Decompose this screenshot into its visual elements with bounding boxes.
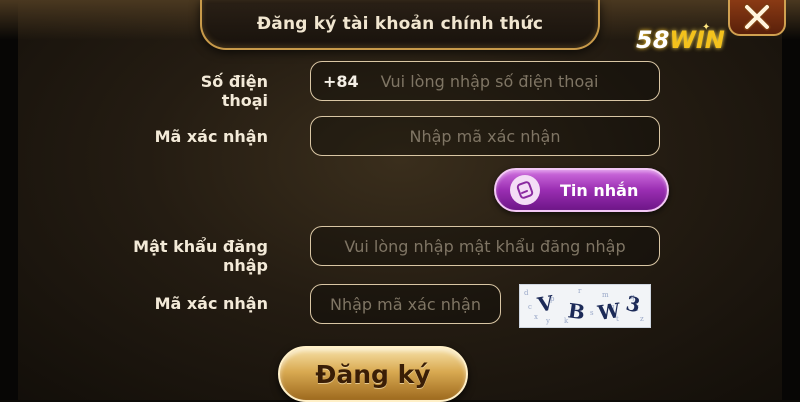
logo-number: 58 <box>636 26 670 54</box>
close-button[interactable] <box>728 0 786 36</box>
captcha-label: Mã xác nhận <box>154 294 268 313</box>
svg-text:y: y <box>545 317 550 325</box>
svg-text:r: r <box>578 287 582 295</box>
phone-input[interactable]: +84 Vui lòng nhập số điện thoại <box>310 61 660 101</box>
left-shade <box>0 0 18 400</box>
register-label: Đăng ký <box>315 359 431 389</box>
send-sms-label: Tin nhắn <box>560 180 639 200</box>
country-code: +84 <box>323 71 359 91</box>
title-bar: Đăng ký tài khoản chính thức <box>200 0 600 50</box>
captcha-char-4: 3 <box>624 291 643 317</box>
brand-logo: 58 WIN ✦ <box>636 20 736 60</box>
captcha-char-2: B <box>566 298 586 324</box>
password-placeholder: Vui lòng nhập mật khẩu đăng nhập <box>344 236 626 256</box>
password-label: Mật khẩu đăng nhập <box>133 237 268 275</box>
svg-text:s: s <box>590 309 594 317</box>
sparkle-icon: ✦ <box>702 22 711 33</box>
phone-placeholder: Vui lòng nhập số điện thoại <box>380 71 599 91</box>
dialog-title: Đăng ký tài khoản chính thức <box>256 14 544 34</box>
captcha-char-3: W <box>595 298 622 325</box>
phone-label: Số điện thoại <box>200 72 268 110</box>
sms-code-label: Mã xác nhận <box>154 127 268 146</box>
captcha-placeholder: Nhập mã xác nhận <box>329 294 481 314</box>
svg-text:d: d <box>524 289 529 297</box>
svg-text:x: x <box>534 313 538 321</box>
captcha-image[interactable]: dxp krs mtq zcn gyf V B W 3 <box>519 284 651 328</box>
sms-code-input[interactable]: Nhập mã xác nhận <box>310 116 660 156</box>
send-sms-button[interactable]: Tin nhắn <box>494 168 669 212</box>
svg-text:m: m <box>602 291 609 299</box>
svg-text:z: z <box>640 315 644 323</box>
register-dialog: Đăng ký tài khoản chính thức 58 WIN ✦ Số … <box>0 0 800 402</box>
svg-text:c: c <box>528 303 532 311</box>
password-input[interactable]: Vui lòng nhập mật khẩu đăng nhập <box>310 226 660 266</box>
phone-message-icon <box>510 175 540 205</box>
sms-code-placeholder: Nhập mã xác nhận <box>409 126 561 146</box>
logo-word: WIN <box>669 26 725 54</box>
right-shade <box>782 0 800 400</box>
captcha-input[interactable]: Nhập mã xác nhận <box>310 284 501 324</box>
register-button[interactable]: Đăng ký <box>278 346 468 402</box>
close-icon <box>743 3 771 31</box>
